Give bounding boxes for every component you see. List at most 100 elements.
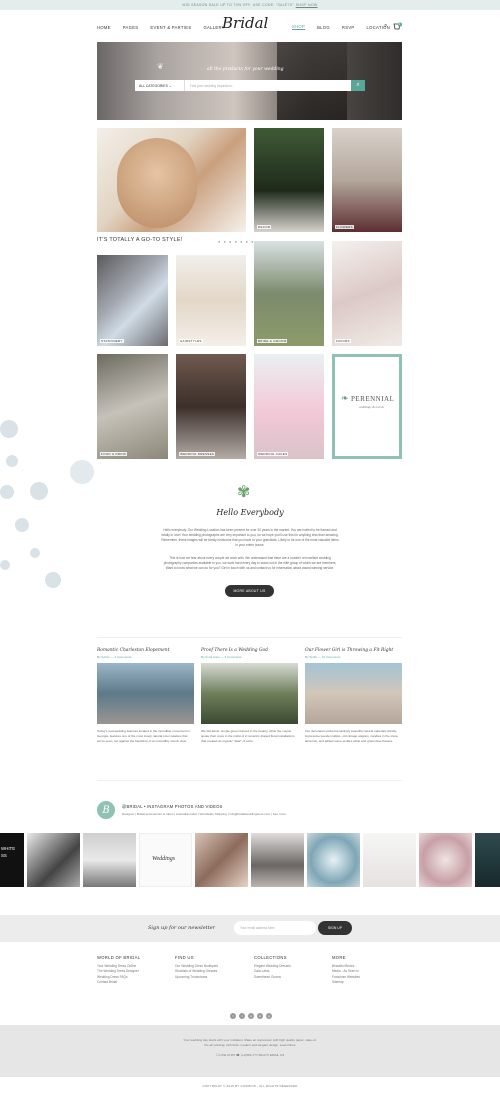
footer-link[interactable]: Sweetheart Gowns <box>254 975 291 980</box>
nav-rsvp[interactable]: RSVP <box>342 25 355 30</box>
pinterest-icon[interactable]: p <box>248 1013 254 1019</box>
tile-label: WEDDING CAKES <box>257 452 289 456</box>
instagram-tile[interactable] <box>195 833 248 887</box>
blog-post-2[interactable]: Proof There Is a Wedding God By Anna Ann… <box>201 648 298 743</box>
perennial-title: PERENNIAL <box>351 395 395 403</box>
facebook-icon[interactable]: f <box>230 1013 236 1019</box>
post-meta: By Smith — 10 Comments <box>305 655 341 659</box>
footer-column: WORLD OF BRIDAL Your Wedding Dress Onlin… <box>97 955 140 986</box>
footer-link[interactable]: Contact Bridal <box>97 980 140 985</box>
post-title[interactable]: Romantic Charleston Elopement <box>97 648 194 653</box>
bottom-band: Your wedding day starts with your invita… <box>0 1025 500 1077</box>
tile-perennial[interactable]: ❧ PERENNIAL weddings & events <box>332 354 402 459</box>
tile-food-drink[interactable]: FOOD & DRINK <box>97 354 168 459</box>
hello-paragraph-2: This is how we fear about every couple w… <box>163 556 337 570</box>
post-title[interactable]: Our Flower Girl is Throwing a Fit Right <box>305 648 402 653</box>
twitter-icon[interactable]: t <box>239 1013 245 1019</box>
instagram-tile[interactable]: WHITE SS <box>0 833 24 887</box>
tile-label: STATIONERY <box>100 339 124 343</box>
tile-label: HAIRSTYLES <box>179 339 203 343</box>
tile-flowers[interactable]: FLOWERS <box>332 128 402 232</box>
tile-wedding-dresses[interactable]: WEDDING DRESSES <box>176 354 246 459</box>
tile-label: FOOD & DRINK <box>100 452 128 456</box>
tile-stationery[interactable]: STATIONERY <box>97 255 168 346</box>
tile-label: WEDDING DRESSES <box>179 452 216 456</box>
footer-heading: FIND US <box>175 955 194 960</box>
instagram-tile[interactable] <box>83 833 136 887</box>
nav-shop[interactable]: SHOP <box>292 24 306 30</box>
blog-post-3[interactable]: Our Flower Girl is Throwing a Fit Right … <box>305 648 402 743</box>
nav-left: HOME PAGES EVENT & PARTIES GALLERY <box>97 17 237 37</box>
hello-paragraph-1: Hello everybody. Our Wedding Location ha… <box>161 528 339 547</box>
footer-heading: WORLD OF BRIDAL <box>97 955 141 960</box>
hero-banner: ❦ all the products for your wedding ALL … <box>97 42 402 120</box>
cart-count: 0 <box>398 22 401 26</box>
post-excerpt: Our decorators picked amazingly beautifu… <box>305 729 399 743</box>
contact-row[interactable]: ☐ LIVE CHAT ☎ (+1)564-777-5612 ✉ EMAIL U… <box>150 1053 350 1058</box>
cart-icon[interactable]: 0 <box>393 22 402 30</box>
instagram-name[interactable]: @BRIDAL • INSTAGRAM PHOTOS AND VIDEOS <box>122 804 223 809</box>
post-image[interactable] <box>201 663 298 724</box>
post-meta: By Anna Anne — 3 Comments <box>201 655 242 659</box>
newsletter-bar: Sign up for our newsletter Your email ad… <box>0 915 500 942</box>
footer-column: MORE Beautiful Brides Media - As Seen In… <box>332 955 360 986</box>
search-icon[interactable]: ⌕ <box>384 23 387 30</box>
nav-events[interactable]: EVENT & PARTIES <box>150 25 191 30</box>
instagram-tile[interactable] <box>27 833 80 887</box>
hero-tagline: all the products for your wedding <box>207 67 284 72</box>
tile-label: BRIDE & GROOM <box>257 339 288 343</box>
leaf-icon: ❧ <box>341 393 349 403</box>
tile-bride-groom[interactable]: BRIDE & GROOM <box>254 241 324 346</box>
footer-column: COLLECTIONS Elegant Wedding Dresses Gala… <box>254 955 291 980</box>
divider <box>97 637 402 638</box>
slider-dots[interactable]: ● ● ● ● ● ● ● <box>218 239 255 244</box>
tile-favors[interactable]: FAVORS <box>332 241 402 346</box>
instagram-bio: Designer | Bridal accessories & robes | … <box>122 812 287 816</box>
instagram-tile[interactable] <box>475 833 500 887</box>
shop-now-link[interactable]: SHOP NOW <box>296 3 318 7</box>
instagram-tile[interactable] <box>363 833 416 887</box>
leaf-icon: ✾ <box>237 484 251 501</box>
instagram-tile[interactable] <box>307 833 360 887</box>
email-field[interactable]: Your email address here <box>234 921 316 935</box>
blog-post-1[interactable]: Romantic Charleston Elopement By Admin —… <box>97 648 194 743</box>
googleplus-icon[interactable]: g <box>266 1013 272 1019</box>
hello-title: Hello Everybody <box>216 508 284 517</box>
post-excerpt: We will admit, simple green framed in th… <box>201 729 295 743</box>
more-about-button[interactable]: MORE ABOUT US <box>225 585 274 597</box>
leaf-icon: ❦ <box>157 62 164 71</box>
tile-wedding-cakes[interactable]: WEDDING CAKES <box>254 354 324 459</box>
social-links: f t p in g <box>230 1013 272 1019</box>
nav-blog[interactable]: BLOG <box>317 25 330 30</box>
category-select[interactable]: ALL CATEGORIES ⌄ <box>135 80 185 91</box>
footer-link[interactable]: Sitemap <box>332 980 360 985</box>
tile-bride-hair[interactable] <box>97 128 246 232</box>
promo-text: MID SEASON SALE UP TO 70% OFF. USE CODE:… <box>182 3 294 7</box>
bottom-line-2: the-art printing, with thick, modern and… <box>204 1043 296 1047</box>
site-logo[interactable]: Bridal <box>222 14 268 32</box>
instagram-avatar[interactable]: B <box>97 801 115 819</box>
post-meta: By Admin — 2 Comments <box>97 655 132 659</box>
newsletter-title: Sign up for our newsletter <box>148 925 216 931</box>
nav-home[interactable]: HOME <box>97 25 111 30</box>
signup-button[interactable]: SIGN UP <box>318 921 352 935</box>
tile-caption: Weddings <box>152 856 176 862</box>
search-input[interactable]: Find your wedding inspiration... <box>185 80 351 91</box>
search-button[interactable]: ⌕ <box>351 80 365 91</box>
post-title[interactable]: Proof There Is a Wedding God <box>201 648 298 653</box>
footer-heading: MORE <box>332 955 346 960</box>
category-value: ALL CATEGORIES <box>139 83 168 88</box>
nav-pages[interactable]: PAGES <box>123 25 139 30</box>
instagram-tile[interactable] <box>419 833 472 887</box>
post-image[interactable] <box>97 663 194 724</box>
tile-caption: WHITE SS <box>1 846 16 858</box>
instagram-tile[interactable]: Weddings <box>139 833 192 887</box>
instagram-tile[interactable] <box>251 833 304 887</box>
tile-decor[interactable]: DECOR <box>254 128 324 232</box>
footer-link[interactable]: Upcoming Trunkshows <box>175 975 218 980</box>
post-image[interactable] <box>305 663 402 724</box>
tile-hairstyles[interactable]: HAIRSTYLES <box>176 255 246 346</box>
linkedin-icon[interactable]: in <box>257 1013 263 1019</box>
footer-column: FIND US Our Wedding Dress Boutiques Stoc… <box>175 955 218 980</box>
tile-label: DECOR <box>257 225 272 229</box>
